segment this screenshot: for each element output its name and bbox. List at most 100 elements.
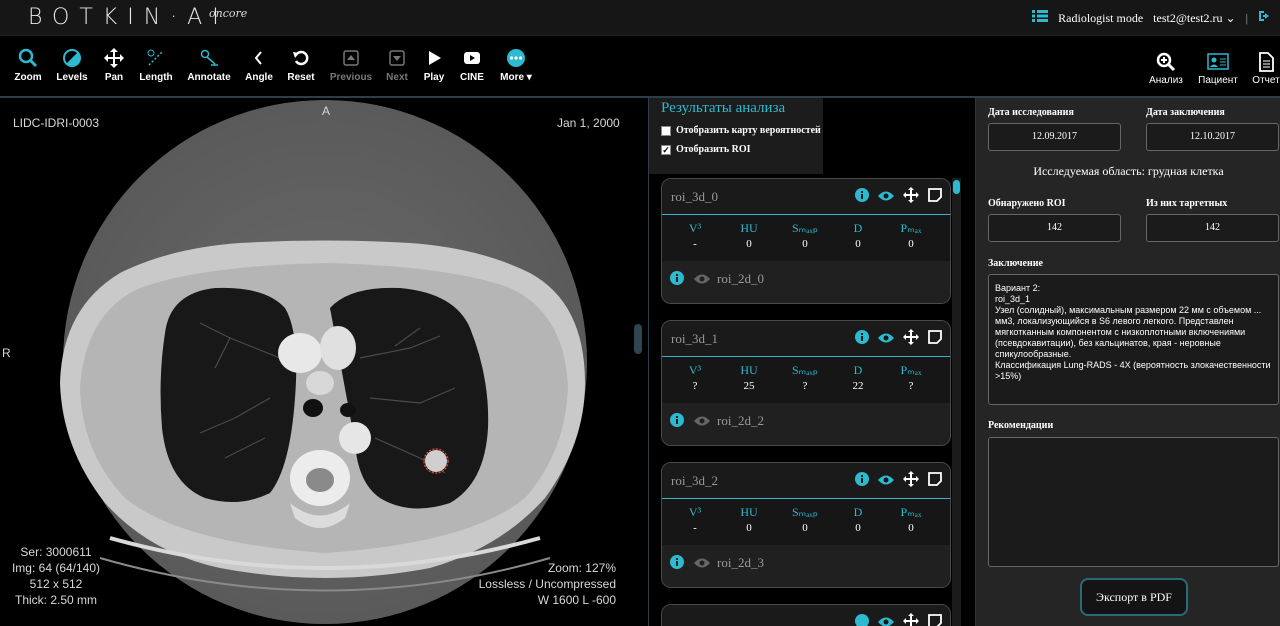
move-target-icon[interactable]: [903, 187, 919, 208]
metric-header: HU: [740, 505, 758, 519]
roi-2d-row[interactable]: roi_2d_2: [662, 403, 950, 445]
results-title: Результаты анализа: [661, 100, 786, 116]
patient-button[interactable]: Пациент: [1194, 52, 1242, 86]
info-icon[interactable]: [855, 188, 869, 207]
info-icon[interactable]: [855, 614, 869, 626]
metric-header: V³: [688, 505, 702, 519]
tool-label: CINE: [460, 72, 484, 83]
note-icon[interactable]: [928, 472, 942, 491]
tool-label: More ▾: [500, 72, 532, 83]
metric-area: Sₘₐₓₚ?: [785, 363, 825, 392]
tool-label: Annotate: [187, 72, 231, 83]
metric-value: 0: [802, 522, 808, 534]
user-email: test2@test2.ru: [1153, 10, 1223, 25]
study-date-field[interactable]: 12.09.2017: [988, 123, 1121, 151]
info-icon[interactable]: [670, 271, 684, 290]
roi-actions: [855, 187, 942, 208]
note-icon[interactable]: [928, 330, 942, 349]
eye-icon[interactable]: [878, 189, 894, 207]
checkbox-unchecked[interactable]: [661, 125, 671, 136]
metric-value: ?: [908, 380, 914, 392]
info-icon[interactable]: [670, 413, 684, 432]
tool-label: Анализ: [1149, 75, 1183, 86]
app-logo[interactable]: BOTKIN·AI: [28, 5, 229, 30]
targeted-field[interactable]: 142: [1146, 214, 1279, 242]
patient-id: LIDC-IDRI-0003: [13, 116, 100, 130]
checkbox-checked[interactable]: ✓: [661, 144, 671, 155]
reset-tool-button[interactable]: Reset: [274, 48, 328, 83]
eye-icon[interactable]: [694, 414, 710, 432]
roi-name: roi_3d_2: [671, 473, 718, 488]
metric-value: 0: [908, 522, 914, 534]
metric-value: 22: [852, 380, 864, 392]
roi-found-field[interactable]: 142: [988, 214, 1121, 242]
metric-header: Pₘₐₓ: [900, 505, 922, 519]
dicom-viewport[interactable]: LIDC-IDRI-0003 Jan 1, 2000 A R Ser: 3000…: [0, 98, 648, 626]
metric-value: 25: [743, 380, 755, 392]
info-icon[interactable]: [855, 330, 869, 349]
info-icon[interactable]: [855, 472, 869, 491]
image-number: Img: 64 (64/140): [11, 561, 101, 575]
mode-list-icon[interactable]: [1032, 10, 1049, 26]
roi-2d-name: roi_2d_2: [717, 413, 764, 428]
viewport-scroll-handle[interactable]: [634, 324, 642, 354]
roi-card[interactable]: roi_3d_1 V³? HU 25 Sₘₐₓₚ? D 22 Pₘₐₓ? roi_2…: [661, 320, 951, 446]
series-number: Ser: 3000611: [20, 545, 92, 559]
conclusion-date-field[interactable]: 12.10.2017: [1146, 123, 1279, 151]
scrollbar-thumb[interactable]: [953, 180, 960, 194]
probability-map-checkbox[interactable]: Отобразить карту вероятностей: [661, 125, 823, 136]
roi-card[interactable]: roi_3d_2 V³ - HU 0 Sₘₐₓₚ 0 D0 Pₘₐₓ 0 roi_2d_…: [661, 462, 951, 588]
roi-2d-row[interactable]: roi_2d_0: [662, 261, 950, 303]
metric-header: D: [853, 505, 863, 519]
eye-icon[interactable]: [878, 331, 894, 349]
study-date: Jan 1, 2000: [557, 116, 620, 130]
move-target-icon[interactable]: [903, 471, 919, 492]
metric-value: ?: [802, 380, 808, 392]
metric-header: Sₘₐₓₚ: [791, 363, 819, 377]
results-header: Результаты анализа Отобразить карту веро…: [649, 98, 823, 174]
metric-volume: V³ -: [675, 221, 715, 250]
top-right-controls: Radiologist mode test2@test2.ru ⌄ |: [1032, 10, 1272, 26]
metric-value: 0: [855, 238, 861, 250]
eye-icon[interactable]: [878, 473, 894, 491]
move-target-icon[interactable]: [903, 613, 919, 626]
more-tool-button[interactable]: More ▾: [489, 48, 543, 83]
conclusion-textarea[interactable]: Вариант 2: roi_3d_1 Узел (солидный), мак…: [988, 274, 1279, 405]
logout-icon[interactable]: [1258, 10, 1272, 26]
roi-card[interactable]: roi_3d_0 V³ - HU 0 Sₘₐₓₚ 0 D0 Pₘₐₓ 0 roi_2d_…: [661, 178, 951, 304]
info-icon[interactable]: [670, 555, 684, 574]
recommendations-textarea[interactable]: [988, 437, 1279, 567]
annotate-tool-button[interactable]: Annotate: [182, 48, 236, 83]
metric-header: V³: [688, 363, 702, 377]
roi-2d-row[interactable]: roi_2d_3: [662, 545, 950, 587]
report-button[interactable]: Отчет: [1242, 52, 1280, 86]
show-roi-checkbox[interactable]: ✓ Отобразить ROI: [661, 144, 823, 155]
roi-card[interactable]: [661, 604, 951, 626]
study-date-label: Дата исследования: [988, 107, 1074, 118]
eye-icon[interactable]: [694, 272, 710, 290]
tool-label: Length: [139, 72, 173, 83]
viewer-toolbar: Zoom Levels Pan Length Annotate Angle Re…: [0, 36, 1280, 98]
series-info: Ser: 3000611 Img: 64 (64/140) 512 x 512 …: [10, 544, 102, 608]
tool-label: Previous: [329, 72, 373, 83]
metric-probability: Pₘₐₓ 0: [891, 505, 931, 534]
move-target-icon[interactable]: [903, 329, 919, 350]
eye-icon[interactable]: [878, 615, 894, 626]
export-pdf-button[interactable]: Экспорт в PDF: [1080, 578, 1188, 616]
report-panel: Дата исследования 12.09.2017 Дата заключ…: [975, 98, 1280, 626]
mode-label[interactable]: Radiologist mode: [1058, 11, 1143, 26]
length-tool-button[interactable]: Length: [129, 48, 183, 83]
separator: |: [1245, 10, 1248, 25]
note-icon[interactable]: [928, 188, 942, 207]
metric-header: Pₘₐₓ: [900, 221, 922, 235]
analysis-button[interactable]: Анализ: [1142, 52, 1190, 86]
metric-value: 0: [746, 522, 752, 534]
user-menu[interactable]: test2@test2.ru ⌄: [1153, 11, 1235, 26]
metric-volume: V³ -: [675, 505, 715, 534]
slice-thickness: Thick: 2.50 mm: [14, 593, 98, 607]
results-scrollbar[interactable]: [952, 178, 961, 626]
orientation-marker-left: R: [2, 346, 11, 360]
metric-diameter: D0: [838, 505, 878, 534]
note-icon[interactable]: [928, 614, 942, 626]
eye-icon[interactable]: [694, 556, 710, 574]
